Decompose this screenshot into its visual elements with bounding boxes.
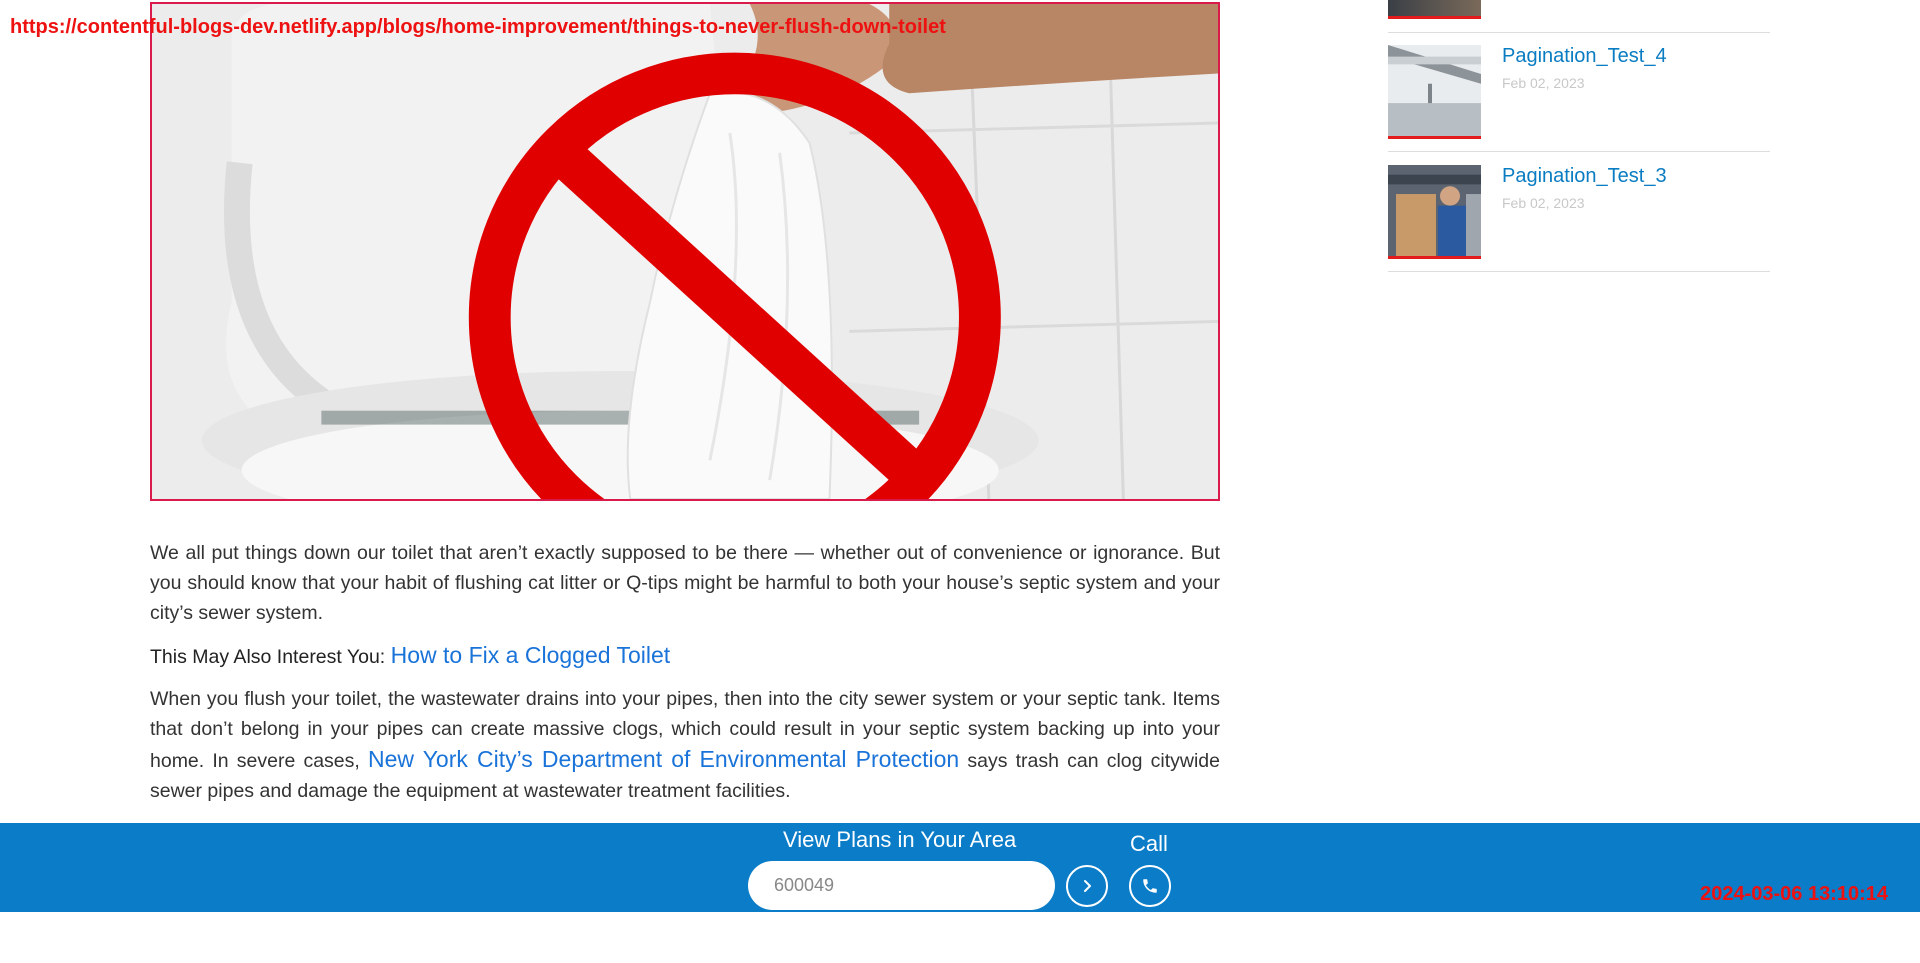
url-overlay: https://contentful-blogs-dev.netlify.app…: [10, 16, 946, 38]
post-date: Feb 02, 2023: [1502, 195, 1585, 211]
post-thumbnail[interactable]: [1388, 45, 1481, 139]
house-gutter-image-icon: [1388, 45, 1481, 136]
nyc-dep-link[interactable]: New York City’s Department of Environmen…: [368, 746, 959, 772]
no-flush-sign-icon: [152, 4, 1218, 499]
article-paragraph-1: We all put things down our toilet that a…: [150, 542, 1220, 624]
post-title[interactable]: Pagination_Test_3: [1502, 165, 1667, 188]
sidebar-divider: [1388, 32, 1770, 33]
post-title[interactable]: Pagination_Test_4: [1502, 45, 1667, 68]
call-button[interactable]: [1129, 865, 1171, 907]
submit-zip-button[interactable]: [1066, 865, 1108, 907]
related-article-callout: This May Also Interest You: How to Fix a…: [150, 640, 1220, 672]
technician-image-icon: [1388, 165, 1481, 256]
related-article-link[interactable]: How to Fix a Clogged Toilet: [391, 642, 671, 668]
article-paragraph-2: When you flush your toilet, the wastewat…: [150, 684, 1220, 806]
partial-post-thumbnail[interactable]: [1388, 0, 1481, 19]
chevron-right-icon: [1084, 880, 1091, 892]
sidebar-divider: [1388, 151, 1770, 152]
view-plans-label: View Plans in Your Area: [783, 827, 1017, 852]
article-body: We all put things down our toilet that a…: [150, 538, 1220, 818]
sidebar-post-item[interactable]: Pagination_Test_4 Feb 02, 2023: [1388, 45, 1770, 140]
post-thumbnail[interactable]: [1388, 165, 1481, 259]
timestamp-overlay: 2024-03-06 13:10:14: [1700, 883, 1888, 905]
related-article-label: This May Also Interest You:: [150, 646, 386, 668]
phone-icon: [1143, 879, 1157, 893]
view-plans-bar: View Plans in Your Area Call: [0, 823, 1920, 912]
hero-image: [150, 2, 1220, 501]
call-label: Call: [1130, 831, 1168, 856]
sidebar-divider: [1388, 271, 1770, 272]
zip-code-input[interactable]: [748, 861, 1055, 910]
sidebar-post-item[interactable]: Pagination_Test_3 Feb 02, 2023: [1388, 165, 1770, 260]
post-date: Feb 02, 2023: [1502, 75, 1585, 91]
